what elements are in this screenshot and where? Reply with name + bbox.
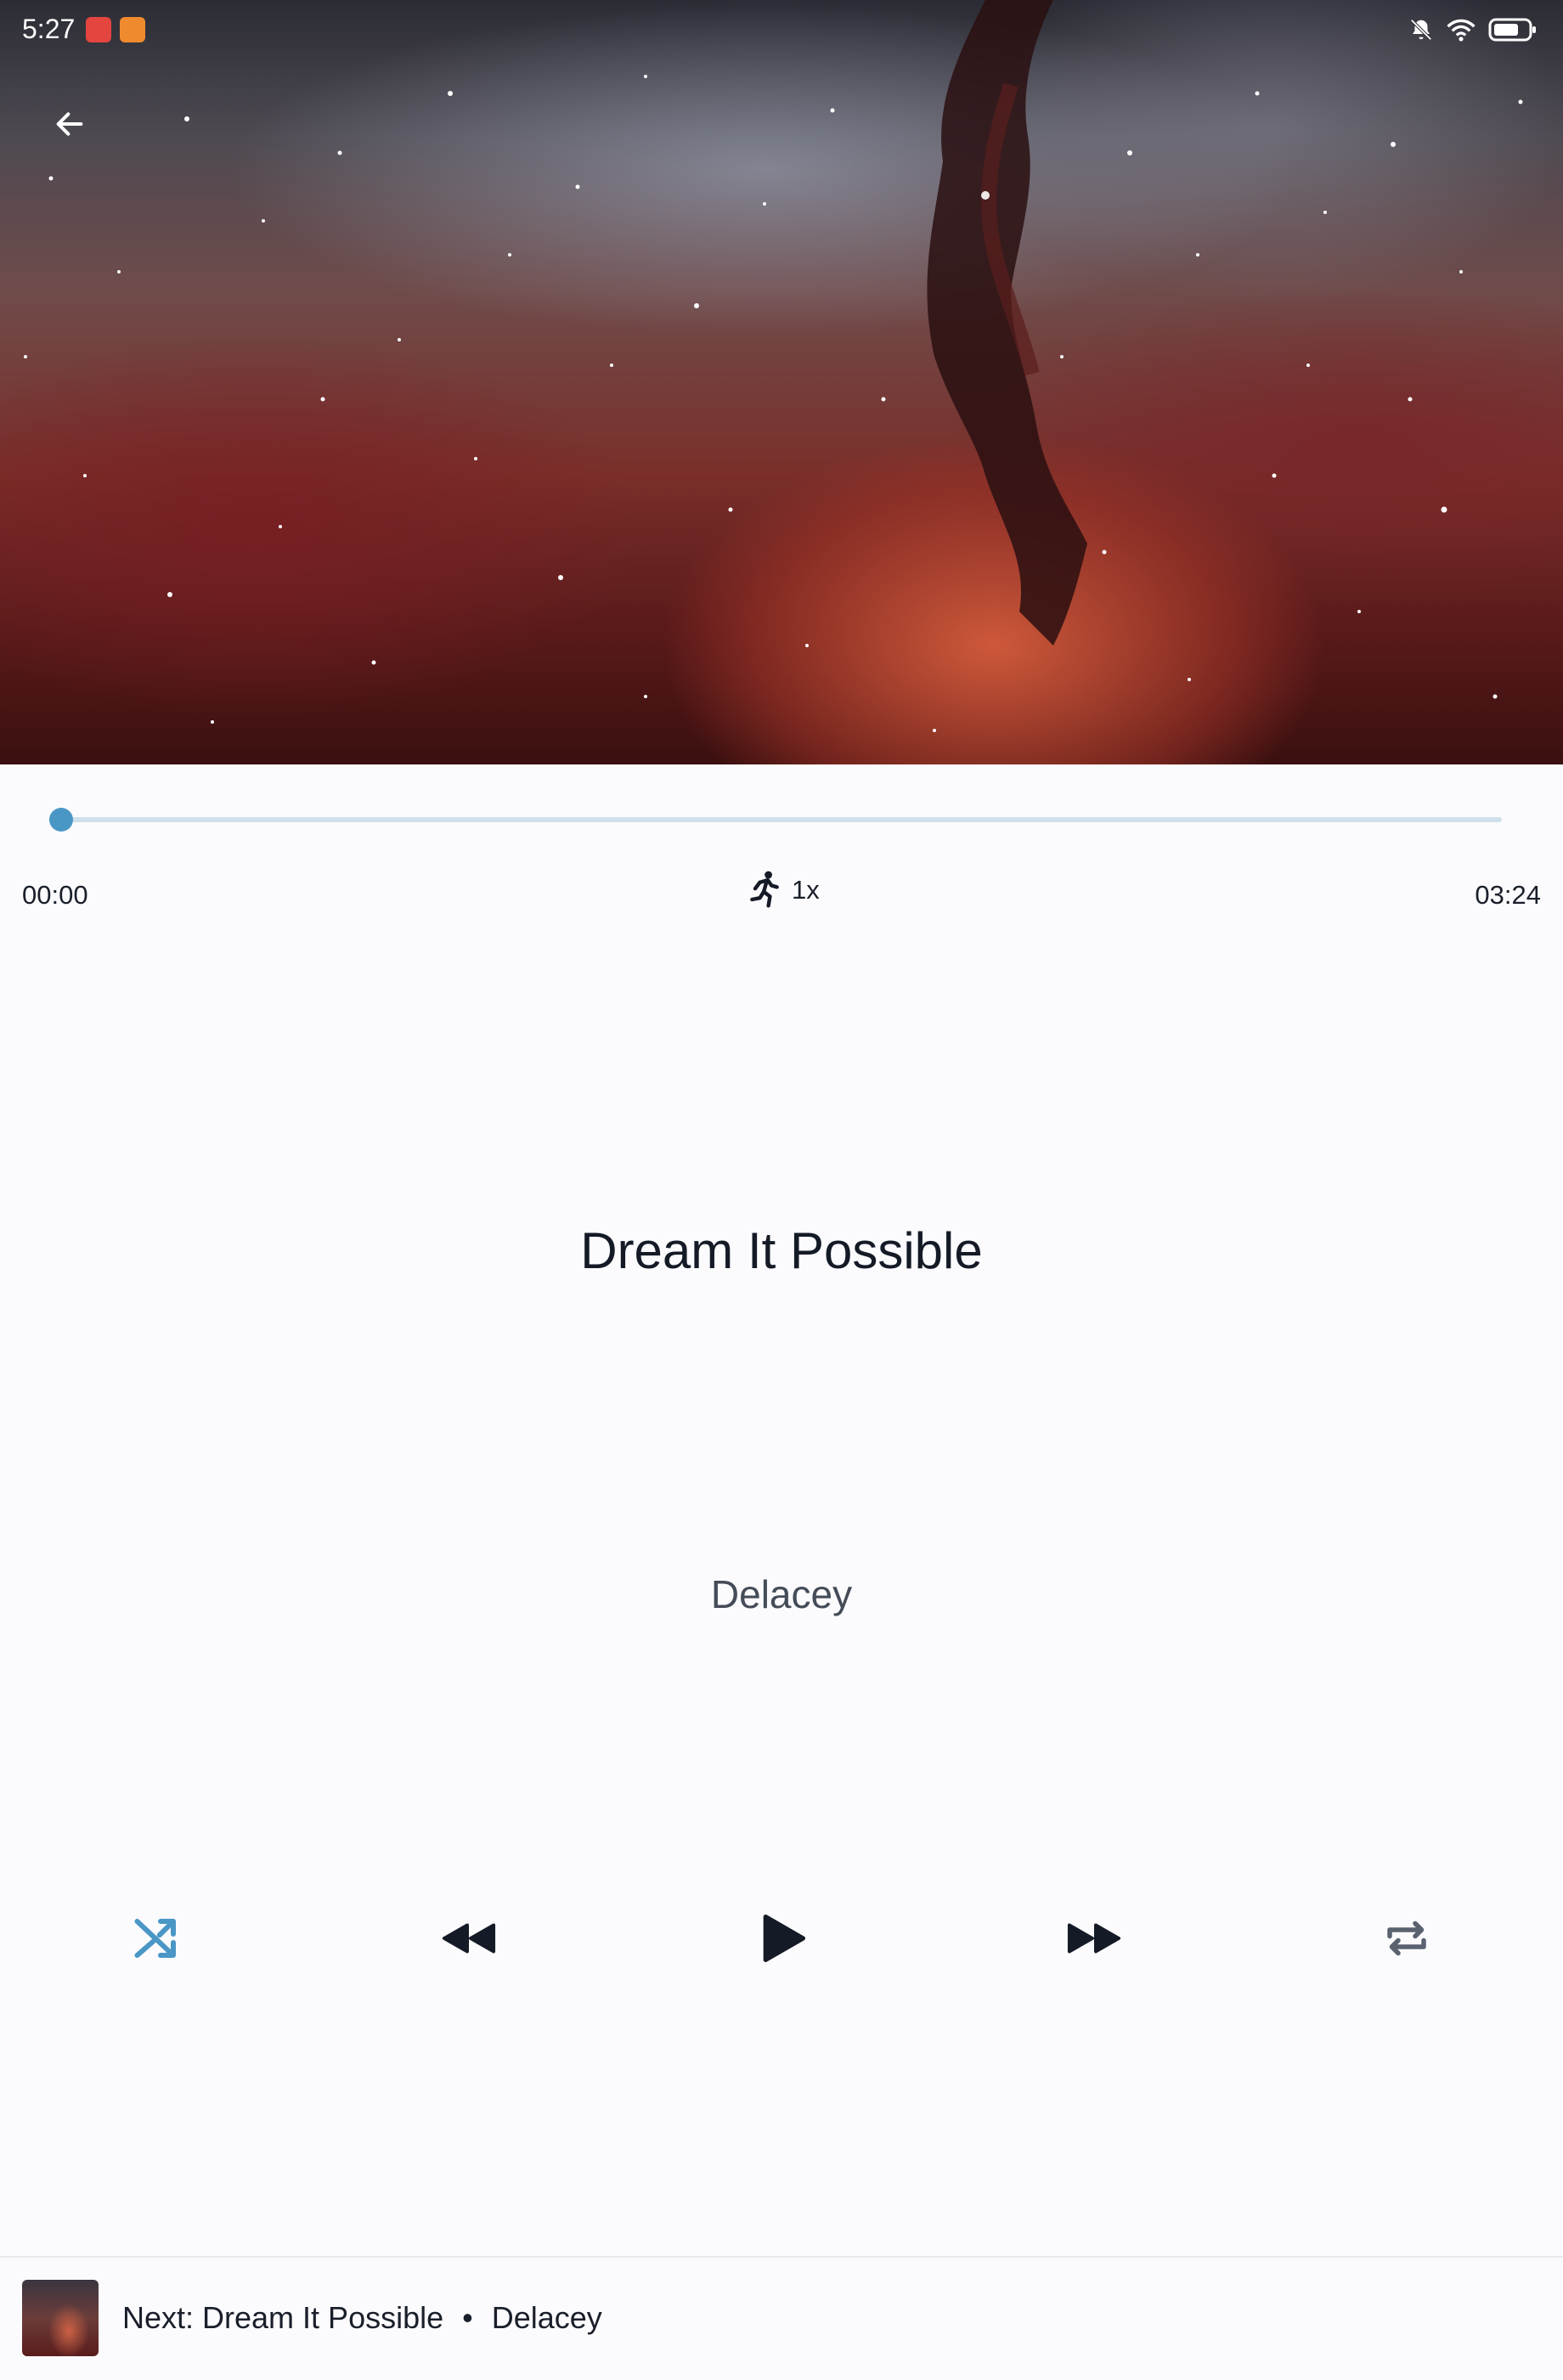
speed-label: 1x bbox=[792, 875, 820, 905]
progress-bar[interactable] bbox=[49, 808, 1502, 832]
wifi-icon bbox=[1447, 19, 1476, 42]
song-artist: Delacey bbox=[710, 1572, 853, 1616]
battery-icon bbox=[1488, 18, 1536, 42]
song-title: Dream It Possible bbox=[580, 1222, 983, 1279]
next-up-title: Next: Dream It Possible bbox=[122, 2300, 444, 2335]
star-field bbox=[24, 75, 1523, 732]
current-time: 00:00 bbox=[22, 880, 88, 910]
progress-thumb[interactable] bbox=[49, 808, 73, 832]
shuffle-button[interactable] bbox=[116, 1898, 197, 1979]
previous-button[interactable] bbox=[428, 1898, 510, 1979]
status-bar: 5:27 bbox=[0, 0, 1563, 59]
shuffle-icon bbox=[134, 1919, 176, 1958]
running-person-icon bbox=[750, 871, 779, 908]
repeat-button[interactable] bbox=[1366, 1898, 1447, 1979]
total-time: 03:24 bbox=[1475, 880, 1541, 910]
playback-controls bbox=[0, 1898, 1563, 1979]
next-up-text: Next: Dream It Possible • Delacey bbox=[122, 2300, 602, 2336]
status-time: 5:27 bbox=[22, 14, 76, 44]
play-button[interactable] bbox=[741, 1898, 822, 1979]
back-button[interactable] bbox=[42, 97, 97, 151]
fast-forward-icon bbox=[1067, 1923, 1121, 1954]
repeat-icon bbox=[1387, 1920, 1426, 1956]
play-icon bbox=[763, 1915, 805, 1962]
next-song-thumbnail bbox=[22, 2280, 99, 2356]
mute-bell-icon bbox=[1410, 19, 1432, 41]
next-up-bar[interactable]: Next: Dream It Possible • Delacey bbox=[0, 2256, 1563, 2380]
next-button[interactable] bbox=[1053, 1898, 1135, 1979]
next-up-separator: • bbox=[462, 2300, 473, 2335]
playback-speed-button[interactable]: 1x bbox=[746, 870, 820, 911]
rewind-icon bbox=[442, 1923, 496, 1954]
arrow-left-icon bbox=[56, 112, 83, 136]
notification-app-icon bbox=[86, 17, 111, 42]
next-up-artist: Delacey bbox=[491, 2300, 602, 2335]
notification-calendar-icon bbox=[120, 17, 145, 42]
album-artwork: 5:27 bbox=[0, 0, 1563, 764]
